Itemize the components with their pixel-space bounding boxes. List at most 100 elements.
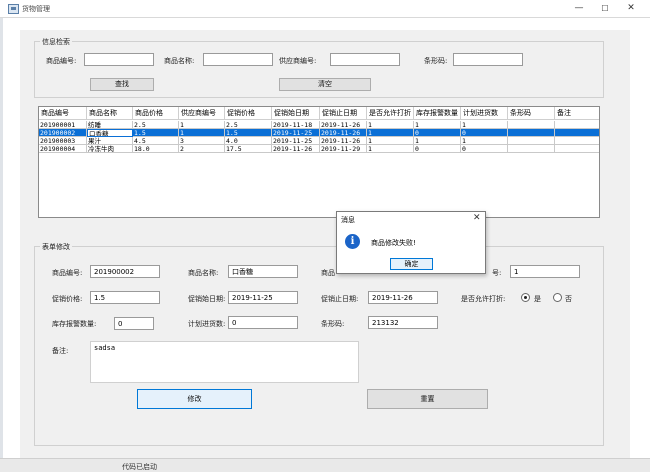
modify-button[interactable]: 修改 (137, 389, 252, 409)
table-cell[interactable]: 201900004 (39, 145, 87, 153)
search-button[interactable]: 查找 (90, 78, 154, 91)
table-cell[interactable]: 1.5 (133, 129, 179, 137)
form-code-input[interactable]: 201900002 (90, 265, 160, 278)
column-header[interactable]: 供应商编号 (179, 107, 225, 120)
table-cell[interactable] (555, 129, 599, 137)
discount-yes-label[interactable]: 是 (534, 294, 541, 304)
table-cell[interactable]: 0 (414, 129, 461, 137)
table-cell[interactable]: 0 (461, 145, 508, 153)
table-cell[interactable]: 18.0 (133, 145, 179, 153)
column-header[interactable]: 备注 (555, 107, 599, 120)
column-header[interactable]: 商品名称 (87, 107, 133, 120)
clear-button[interactable]: 清空 (279, 78, 371, 91)
column-header[interactable]: 库存报警数量 (414, 107, 461, 120)
form-promo-start-input[interactable]: 2019-11-25 (228, 291, 298, 304)
table-cell[interactable]: 2019-11-26 (272, 145, 320, 153)
table-cell[interactable] (508, 121, 555, 129)
discount-no-label[interactable]: 否 (565, 294, 572, 304)
table-cell[interactable]: 冷冻牛肉 (87, 145, 133, 153)
search-barcode-input[interactable] (453, 53, 523, 66)
form-promo-end-label: 促销止日期: (321, 295, 359, 303)
taskbar-text: 代码已启动 (122, 463, 157, 471)
table-cell[interactable]: 201900003 (39, 137, 87, 145)
table-cell[interactable]: 2019-11-25 (272, 129, 320, 137)
search-name-input[interactable] (203, 53, 273, 66)
form-barcode-input[interactable]: 213132 (368, 316, 438, 329)
table-cell[interactable]: 3 (179, 137, 225, 145)
table-cell[interactable]: 201900002 (39, 129, 87, 137)
form-plan-input[interactable]: 0 (228, 316, 298, 329)
table-cell[interactable]: 1 (179, 129, 225, 137)
table-cell[interactable]: 1 (461, 137, 508, 145)
table-cell[interactable]: 17.5 (225, 145, 272, 153)
dialog-close-button[interactable]: ✕ (473, 213, 481, 223)
table-cell[interactable]: 1 (414, 137, 461, 145)
table-cell[interactable]: 4.5 (133, 137, 179, 145)
table-cell[interactable] (555, 137, 599, 145)
table-cell[interactable]: 4.0 (225, 137, 272, 145)
form-promo-end-input[interactable]: 2019-11-26 (368, 291, 438, 304)
table-cell[interactable]: 0 (414, 145, 461, 153)
table-cell[interactable]: 2019-11-29 (320, 145, 367, 153)
dialog-titlebar: 消息 ✕ (337, 212, 485, 226)
table-cell[interactable]: 2 (179, 145, 225, 153)
search-code-input[interactable] (84, 53, 154, 66)
form-barcode-label: 条形码: (321, 320, 345, 328)
search-code-label: 商品编号: (46, 57, 77, 65)
close-button[interactable]: ✕ (618, 0, 644, 18)
table-cell[interactable]: 1 (414, 121, 461, 129)
table-cell[interactable]: 1 (179, 121, 225, 129)
table-cell[interactable]: 2019-11-26 (320, 129, 367, 137)
table-cell[interactable]: 2019-11-18 (272, 121, 320, 129)
dialog-ok-button[interactable]: 确定 (390, 258, 433, 270)
table-row-selected[interactable]: 201900002 口香糖 1.5 1 1.5 2019-11-25 2019-… (39, 129, 599, 137)
form-alarm-input[interactable]: 0 (114, 317, 154, 330)
form-supplier-input[interactable]: 1 (510, 265, 580, 278)
table-cell[interactable]: 201900001 (39, 121, 87, 129)
table-cell[interactable]: 2.5 (133, 121, 179, 129)
table-cell[interactable]: 1 (367, 137, 414, 145)
discount-yes-radio[interactable] (521, 293, 530, 302)
table-cell[interactable] (508, 145, 555, 153)
app-window-icon (8, 4, 19, 14)
column-header[interactable]: 促销始日期 (272, 107, 320, 120)
column-header[interactable]: 商品价格 (133, 107, 179, 120)
table-cell[interactable]: 0 (461, 129, 508, 137)
form-promo-price-input[interactable]: 1.5 (90, 291, 160, 304)
table-cell[interactable] (555, 121, 599, 129)
table-cell[interactable]: 2.5 (225, 121, 272, 129)
table-row[interactable]: 201900001 纺睡 2.5 1 2.5 2019-11-18 2019-1… (39, 121, 599, 129)
table-cell[interactable]: 2019-11-25 (272, 137, 320, 145)
minimize-button[interactable]: — (566, 0, 592, 18)
reset-button[interactable]: 重置 (367, 389, 488, 409)
column-header[interactable]: 促销价格 (225, 107, 272, 120)
column-header[interactable]: 计划进货数 (461, 107, 508, 120)
maximize-button[interactable]: ☐ (592, 0, 618, 18)
table-cell[interactable] (508, 129, 555, 137)
table-cell[interactable] (555, 145, 599, 153)
column-header[interactable]: 商品编号 (39, 107, 87, 120)
table-cell[interactable]: 1 (367, 121, 414, 129)
table-row[interactable]: 201900004 冷冻牛肉 18.0 2 17.5 2019-11-26 20… (39, 145, 599, 153)
edit-form-legend: 表单修改 (40, 242, 72, 252)
table-cell[interactable]: 1 (367, 145, 414, 153)
table-cell[interactable]: 1.5 (225, 129, 272, 137)
table-cell[interactable]: 1 (367, 129, 414, 137)
column-header[interactable]: 促销止日期 (320, 107, 367, 120)
discount-no-radio[interactable] (553, 293, 562, 302)
table-cell[interactable]: 纺睡 (87, 121, 133, 129)
column-header[interactable]: 条形码 (508, 107, 555, 120)
form-note-textarea[interactable]: sadsa (90, 341, 359, 383)
table-cell[interactable]: 2019-11-26 (320, 121, 367, 129)
table-cell[interactable] (508, 137, 555, 145)
form-name-input[interactable]: 口香糖 (228, 265, 298, 278)
table-cell[interactable]: 1 (461, 121, 508, 129)
table-cell[interactable]: 2019-11-26 (320, 137, 367, 145)
table-cell[interactable]: 果汁 (87, 137, 133, 145)
column-header[interactable]: 是否允许打折 (367, 107, 414, 120)
info-icon: i (345, 234, 360, 249)
table-row[interactable]: 201900003 果汁 4.5 3 4.0 2019-11-25 2019-1… (39, 137, 599, 145)
goods-table[interactable]: 商品编号 商品名称 商品价格 供应商编号 促销价格 促销始日期 促销止日期 是否… (38, 106, 600, 218)
search-supplier-input[interactable] (330, 53, 400, 66)
table-cell-focused[interactable]: 口香糖 (87, 129, 133, 137)
